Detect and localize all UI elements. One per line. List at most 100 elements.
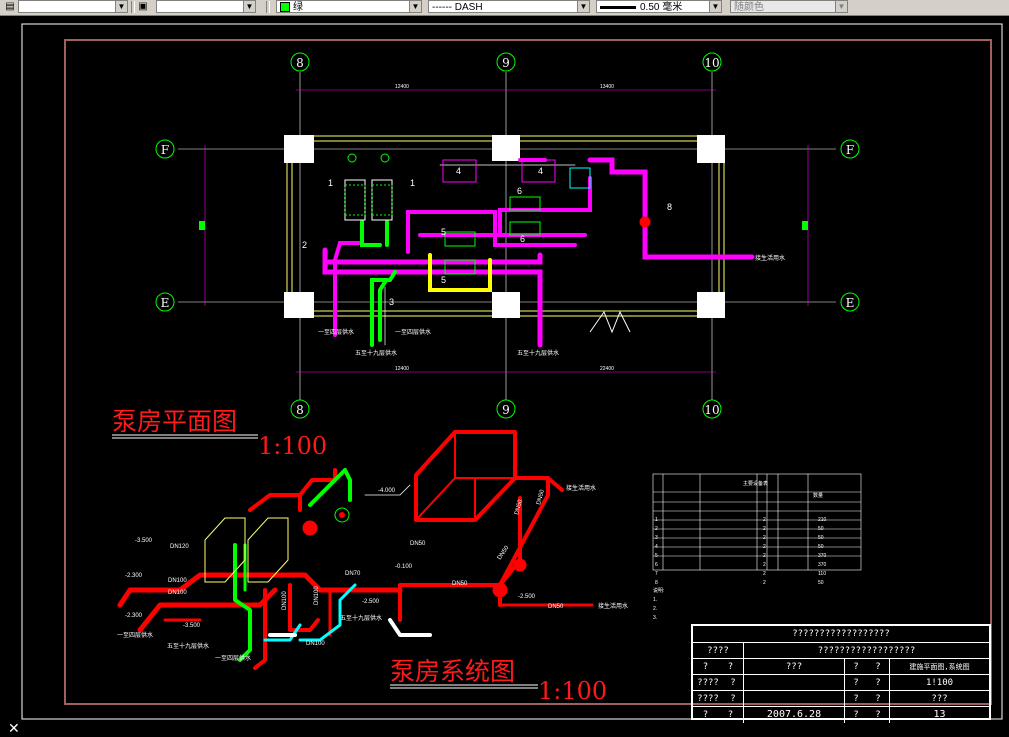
equipment-table-title: 主要设备表 xyxy=(743,481,769,487)
note-line: 2. xyxy=(653,606,658,612)
table-header: 数量 xyxy=(813,493,824,499)
drawing-name: 建施平面图,系统图 xyxy=(909,663,970,671)
lineweight-combo[interactable]: 0.50 毫米 ▼ xyxy=(596,0,722,13)
drawing-date: 2007.6.28 xyxy=(766,709,822,720)
equip-label: 6 xyxy=(520,234,525,244)
title-cell: ? xyxy=(875,678,881,688)
grid-label: F xyxy=(846,143,854,157)
chevron-down-icon[interactable]: ▼ xyxy=(577,1,589,12)
title-cell: ? xyxy=(730,678,736,688)
table-cell: 2 xyxy=(763,517,766,523)
table-cell: 50 xyxy=(818,526,824,532)
title-cell: ?????????????????? xyxy=(817,646,916,656)
pipe-size-label: DN70 xyxy=(345,571,361,577)
table-cell: 2 xyxy=(763,580,766,586)
table-cell: 2 xyxy=(763,571,766,577)
pipe-size-label: DN50 xyxy=(452,581,468,587)
title-cell: ? xyxy=(853,694,859,704)
title-cell: ? xyxy=(853,710,859,720)
pipe-size-label: DN100 xyxy=(306,641,325,647)
plan-scale: 1:100 xyxy=(258,432,328,460)
note-line: 3. xyxy=(653,615,658,621)
notes: 说明: 1. 2. 3. xyxy=(653,587,664,623)
outlet-label: 一至四层供水 xyxy=(318,328,354,336)
table-cell: 1 xyxy=(655,517,658,523)
dim-top-left: 12400 xyxy=(395,84,409,90)
left-marker xyxy=(199,221,205,230)
title-cell: ? xyxy=(875,662,881,672)
title-cell: ? xyxy=(853,678,859,688)
pipe-size-label: DN100 xyxy=(282,591,288,610)
table-cell: 50 xyxy=(818,544,824,550)
table-cell: 2 xyxy=(763,535,766,541)
elevation-label: -3.500 xyxy=(135,538,153,544)
title-cell: ? xyxy=(702,662,709,672)
equip-label: 3 xyxy=(389,297,394,307)
title-cell: ? xyxy=(730,694,736,704)
style-combo[interactable]: ▼ xyxy=(156,0,256,13)
drawing-canvas[interactable]: 12400 13400 12400 22400 8 9 10 8 9 10 F … xyxy=(0,15,1009,736)
table-cell: 6 xyxy=(655,562,658,568)
grid-label: F xyxy=(161,143,169,157)
title-cell: ? xyxy=(727,662,734,672)
linetype-combo[interactable]: ------ DASH ▼ xyxy=(428,0,590,13)
plan-title: 泵房平面图 xyxy=(112,407,238,436)
sheet-number: 13 xyxy=(933,709,946,720)
pipe-size-label: DN50 xyxy=(548,604,564,610)
title-block-row: ?????????????????? xyxy=(693,626,989,642)
dimension-lines xyxy=(204,89,809,373)
table-cell: 210 xyxy=(818,517,827,523)
table-cell: 50 xyxy=(818,580,824,586)
title-cell: ???? xyxy=(697,694,719,704)
pipe-size-label: DN50 xyxy=(514,499,524,516)
cell-divider xyxy=(743,691,744,707)
outlet-label: 五至十九层供水 xyxy=(355,349,397,357)
grid-label: 8 xyxy=(296,403,304,417)
title-block-row: ? ? 2007.6.28 ? ? 13 xyxy=(693,706,989,723)
color-swatch xyxy=(280,2,290,12)
elevation-label: -4.000 xyxy=(378,488,396,494)
color-combo[interactable]: 绿 ▼ xyxy=(276,0,422,13)
outlet-label: 五至十九层供水 xyxy=(517,349,559,357)
grid-label: 10 xyxy=(704,56,719,70)
table-cell: 2 xyxy=(763,553,766,559)
equip-label: 8 xyxy=(667,202,672,212)
equipment-table: 主要设备表 数量 1 2 210 2 2 50 3 2 50 4 2 50 5 2 370 6 2 370 7 2 11… xyxy=(653,481,863,586)
elevation-label: -2.300 xyxy=(125,573,143,579)
lineweight-sample xyxy=(600,5,636,9)
sheet-border xyxy=(21,23,1003,720)
equip-label: 5 xyxy=(441,275,446,285)
grid-label: E xyxy=(846,296,855,310)
equip-label: 4 xyxy=(456,166,461,176)
layer-combo[interactable]: ▼ xyxy=(18,0,128,13)
pipe-size-label: DN100 xyxy=(314,586,320,605)
pipe-size-label: DN50 xyxy=(410,541,426,547)
system-pipes xyxy=(117,430,594,670)
title-cell: ? xyxy=(853,662,859,672)
outlet-label: 接生活用水 xyxy=(598,602,628,610)
table-cell: 7 xyxy=(655,571,658,577)
chevron-down-icon: ▼ xyxy=(835,1,847,12)
title-cell: ??? xyxy=(785,662,803,672)
chevron-down-icon[interactable]: ▼ xyxy=(243,1,255,12)
system-scale: 1:100 xyxy=(538,677,608,705)
toolbar-divider xyxy=(266,1,270,13)
plotstyle-combo: 随颜色 ▼ xyxy=(730,0,848,13)
title-cell: ? xyxy=(702,710,709,720)
title-cell: ???? xyxy=(707,646,729,656)
match-properties-icon[interactable]: ▣ xyxy=(136,0,150,13)
chevron-down-icon[interactable]: ▼ xyxy=(709,1,721,12)
pipe-size-label: DN120 xyxy=(170,544,189,550)
elevation-label: -2.500 xyxy=(362,599,380,605)
chevron-down-icon[interactable]: ▼ xyxy=(409,1,421,12)
dim-bottom-left: 12400 xyxy=(395,366,409,372)
title-block-row: ???? ? ? ? 1!100 xyxy=(693,674,989,691)
title-cell: ??? xyxy=(931,694,948,704)
title-block-row: ? ? ??? ? ? 建施平面图,系统图 xyxy=(693,658,989,675)
title-cell: ? xyxy=(875,710,881,720)
title-block: ?????????????????? ???? ????????????????… xyxy=(691,624,991,723)
chevron-down-icon[interactable]: ▼ xyxy=(115,1,127,12)
system-outlets: 一至四层供水 五至十九层供水 一至四层供水 五至十九层供水 接生活用水 接生活用… xyxy=(117,484,628,662)
layer-manager-icon[interactable]: ▤ xyxy=(3,0,17,13)
dim-top-right: 13400 xyxy=(600,84,614,90)
